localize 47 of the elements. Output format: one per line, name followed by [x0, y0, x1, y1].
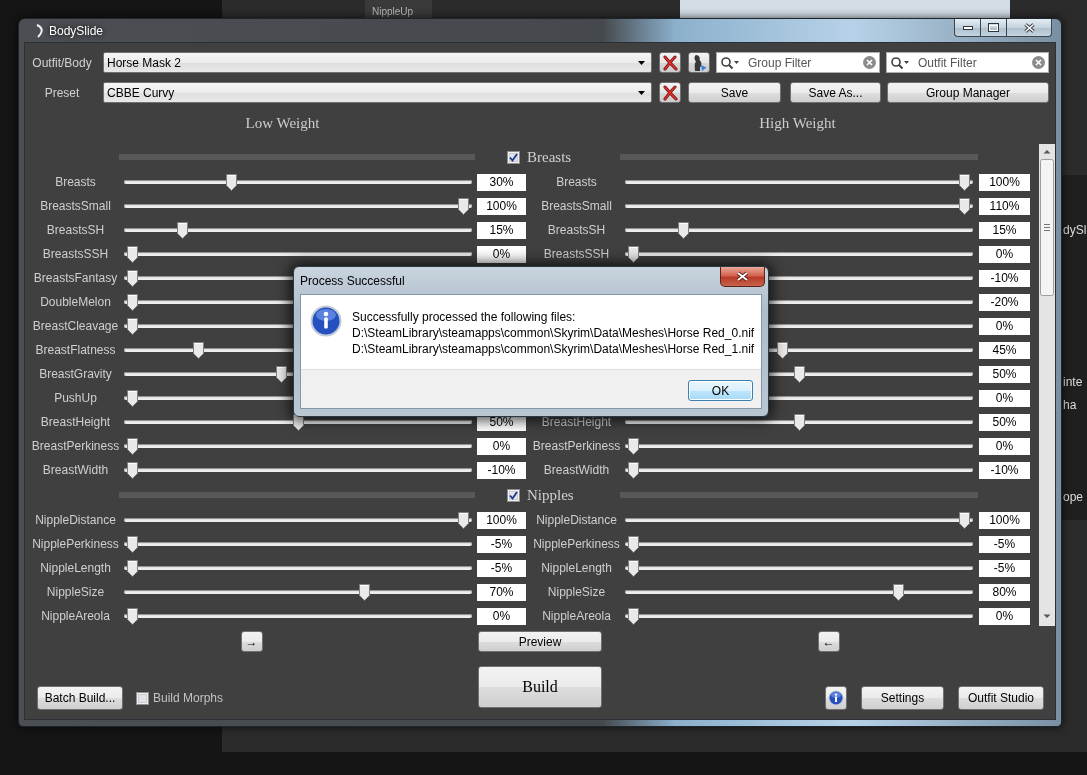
slider-label: NippleDistance: [35, 513, 116, 527]
message-line: Successfully processed the following files:: [352, 309, 576, 325]
slider-label: NippleLength: [541, 561, 612, 575]
text-fragment: ope: [1062, 489, 1084, 505]
slider-label: NippleSize: [547, 585, 606, 599]
slider-label: NippleAreola: [542, 609, 611, 623]
slider-label: BreastsFantasy: [33, 271, 118, 285]
checkbox-label: Build Morphs: [153, 691, 224, 705]
slider-label: NippleLength: [40, 561, 111, 575]
slider-label: BreastsSmall: [541, 199, 612, 213]
column-heading: Low Weight: [245, 114, 320, 132]
group-title: Breasts: [527, 148, 572, 166]
column-heading: High Weight: [759, 114, 836, 132]
slider-label: BreastsSH: [46, 223, 105, 237]
slider-label: NipplePerkiness: [533, 537, 620, 551]
slider-label: Breasts: [55, 175, 96, 189]
slider-label: DoubleMelon: [40, 295, 111, 309]
slider-label: BreastsSSH: [543, 247, 610, 261]
slider-label: BreastPerkiness: [31, 439, 120, 453]
text-fragment: inte: [1062, 374, 1083, 390]
slider-label: BreastWidth: [42, 463, 109, 477]
text-fragment: ha: [1062, 397, 1077, 413]
slider-label: Breasts: [556, 175, 597, 189]
slider-label: BreastWidth: [543, 463, 610, 477]
slider-label: BreastsSH: [547, 223, 606, 237]
slider-label: BreastPerkiness: [532, 439, 621, 453]
field-label: Preset: [43, 85, 81, 100]
group-title: Nipples: [527, 486, 574, 504]
slider-label: BreastHeight: [40, 415, 111, 429]
slider-label: NippleDistance: [536, 513, 617, 527]
text-fragment: dySl: [1062, 222, 1087, 238]
message-line: D:\SteamLibrary\steamapps\common\Skyrim\Data\Meshes\Horse Red_1.nif: [352, 341, 755, 357]
slider-label: PushUp: [54, 391, 97, 405]
field-label: Outfit/Body: [31, 55, 93, 70]
dialog-title: Process Successful: [300, 274, 405, 288]
slider-label: BreastHeight: [541, 415, 612, 429]
slider-label: BreastGravity: [39, 367, 112, 381]
slider-label: NippleSize: [46, 585, 105, 599]
slider-label: BreastFlatness: [35, 343, 116, 357]
list-item: NippleUp: [372, 6, 414, 17]
slider-label: NippleAreola: [41, 609, 110, 623]
message-line: D:\SteamLibrary\steamapps\common\Skyrim\Data\Meshes\Horse Red_0.nif: [352, 325, 755, 341]
window-title: BodySlide: [49, 24, 104, 38]
slider-label: BreastCleavage: [32, 319, 119, 333]
slider-label: NipplePerkiness: [32, 537, 119, 551]
slider-label: BreastsSmall: [40, 199, 111, 213]
slider-label: BreastsSSH: [42, 247, 109, 261]
